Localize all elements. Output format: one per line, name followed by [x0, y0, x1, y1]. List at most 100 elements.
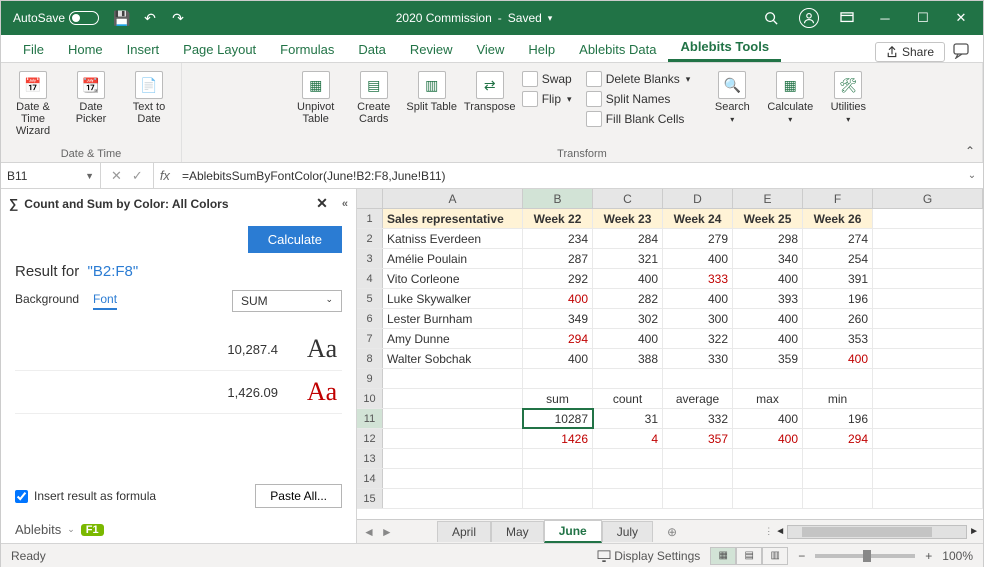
cell[interactable] — [383, 449, 523, 468]
cell-header[interactable]: Week 22 — [523, 209, 593, 228]
cell[interactable]: 400 — [733, 329, 803, 348]
tab-data[interactable]: Data — [346, 37, 397, 62]
tab-review[interactable]: Review — [398, 37, 465, 62]
cell[interactable] — [593, 369, 663, 388]
cell[interactable]: 393 — [733, 289, 803, 308]
cell[interactable] — [873, 409, 983, 428]
cell[interactable] — [803, 449, 873, 468]
background-option[interactable]: Background — [15, 292, 79, 310]
fx-icon[interactable]: fx — [154, 168, 176, 183]
row-header[interactable]: 7 — [357, 329, 383, 348]
sheet-tab-april[interactable]: April — [437, 521, 491, 542]
col-header-f[interactable]: F — [803, 189, 873, 208]
tab-insert[interactable]: Insert — [115, 37, 172, 62]
create-cards-button[interactable]: ▤Create Cards — [348, 67, 400, 125]
cell[interactable]: 292 — [523, 269, 593, 288]
tab-home[interactable]: Home — [56, 37, 115, 62]
row-header[interactable]: 10 — [357, 389, 383, 408]
summary-value[interactable]: 10287 — [523, 409, 593, 428]
unpivot-table-button[interactable]: ▦Unpivot Table — [290, 67, 342, 125]
row-header[interactable]: 2 — [357, 229, 383, 248]
redo-icon[interactable]: ↷ — [169, 9, 187, 27]
cancel-formula-icon[interactable]: ✕ — [111, 168, 122, 184]
view-page-layout-icon[interactable]: ▤ — [736, 547, 762, 565]
display-settings-button[interactable]: Display Settings — [597, 549, 700, 563]
cell[interactable] — [873, 209, 983, 228]
transpose-button[interactable]: ⇄Transpose — [464, 67, 516, 113]
save-icon[interactable]: 💾 — [113, 9, 131, 27]
summary-label[interactable]: count — [593, 389, 663, 408]
cell-name[interactable]: Amy Dunne — [383, 329, 523, 348]
row-header[interactable]: 4 — [357, 269, 383, 288]
summary-value[interactable]: 357 — [663, 429, 733, 448]
cell[interactable] — [663, 469, 733, 488]
cell[interactable] — [593, 489, 663, 508]
cell-name[interactable]: Lester Burnham — [383, 309, 523, 328]
cell[interactable] — [383, 389, 523, 408]
cell[interactable] — [663, 369, 733, 388]
cell[interactable] — [873, 249, 983, 268]
cell-name[interactable]: Amélie Poulain — [383, 249, 523, 268]
flip-button[interactable]: Flip▾ — [522, 91, 572, 107]
cell[interactable]: 298 — [733, 229, 803, 248]
cell[interactable]: 300 — [663, 309, 733, 328]
cell[interactable] — [873, 389, 983, 408]
cell[interactable] — [523, 469, 593, 488]
cell[interactable] — [523, 449, 593, 468]
minimize-icon[interactable]: ─ — [875, 8, 895, 28]
expand-formula-icon[interactable]: ⌄ — [961, 170, 983, 181]
calculate-button[interactable]: Calculate — [248, 226, 342, 253]
cell[interactable] — [873, 329, 983, 348]
cell[interactable] — [383, 409, 523, 428]
summary-label[interactable]: min — [803, 389, 873, 408]
row-header[interactable]: 11 — [357, 409, 383, 428]
row-header[interactable]: 8 — [357, 349, 383, 368]
cell[interactable]: 400 — [663, 249, 733, 268]
cell[interactable]: 391 — [803, 269, 873, 288]
row-header[interactable]: 1 — [357, 209, 383, 228]
cell[interactable]: 260 — [803, 309, 873, 328]
date-picker-button[interactable]: 📆Date Picker — [65, 67, 117, 125]
horizontal-scrollbar[interactable] — [787, 525, 967, 539]
date-time-wizard-button[interactable]: 📅Date & Time Wizard — [7, 67, 59, 137]
name-box[interactable]: B11 ▼ — [1, 163, 101, 188]
summary-value[interactable]: 4 — [593, 429, 663, 448]
swap-button[interactable]: Swap — [522, 71, 572, 87]
summary-value[interactable]: 31 — [593, 409, 663, 428]
row-header[interactable]: 14 — [357, 469, 383, 488]
cell[interactable] — [523, 369, 593, 388]
cell[interactable]: 400 — [803, 349, 873, 368]
cell[interactable]: 359 — [733, 349, 803, 368]
cell[interactable] — [873, 269, 983, 288]
accept-formula-icon[interactable]: ✓ — [132, 168, 143, 184]
cell[interactable] — [803, 489, 873, 508]
cell[interactable] — [523, 489, 593, 508]
col-header-d[interactable]: D — [663, 189, 733, 208]
cell[interactable] — [383, 489, 523, 508]
insert-as-formula-checkbox[interactable]: Insert result as formula — [15, 489, 156, 503]
panel-collapse-icon[interactable]: « — [342, 198, 348, 210]
ribbon-display-icon[interactable] — [837, 8, 857, 28]
checkbox-input[interactable] — [15, 490, 28, 503]
cell-name[interactable]: Walter Sobchak — [383, 349, 523, 368]
cell[interactable] — [383, 469, 523, 488]
cell[interactable] — [593, 449, 663, 468]
tab-ablebits-data[interactable]: Ablebits Data — [567, 37, 668, 62]
view-page-break-icon[interactable]: ▥ — [762, 547, 788, 565]
row-header[interactable]: 13 — [357, 449, 383, 468]
zoom-slider[interactable] — [815, 554, 915, 558]
search-icon[interactable] — [761, 8, 781, 28]
maximize-icon[interactable]: ☐ — [913, 8, 933, 28]
hscroll-left-icon[interactable]: ◄ — [775, 526, 785, 537]
cell-header[interactable]: Week 26 — [803, 209, 873, 228]
help-icon[interactable]: F1 — [81, 524, 104, 536]
cell[interactable] — [873, 429, 983, 448]
summary-value[interactable]: 196 — [803, 409, 873, 428]
font-option[interactable]: Font — [93, 292, 117, 310]
cell[interactable]: 282 — [593, 289, 663, 308]
delete-blanks-button[interactable]: Delete Blanks▾ — [586, 71, 691, 87]
cell-name[interactable]: Vito Corleone — [383, 269, 523, 288]
view-normal-icon[interactable]: ▦ — [710, 547, 736, 565]
cell[interactable] — [873, 289, 983, 308]
cell[interactable] — [803, 469, 873, 488]
